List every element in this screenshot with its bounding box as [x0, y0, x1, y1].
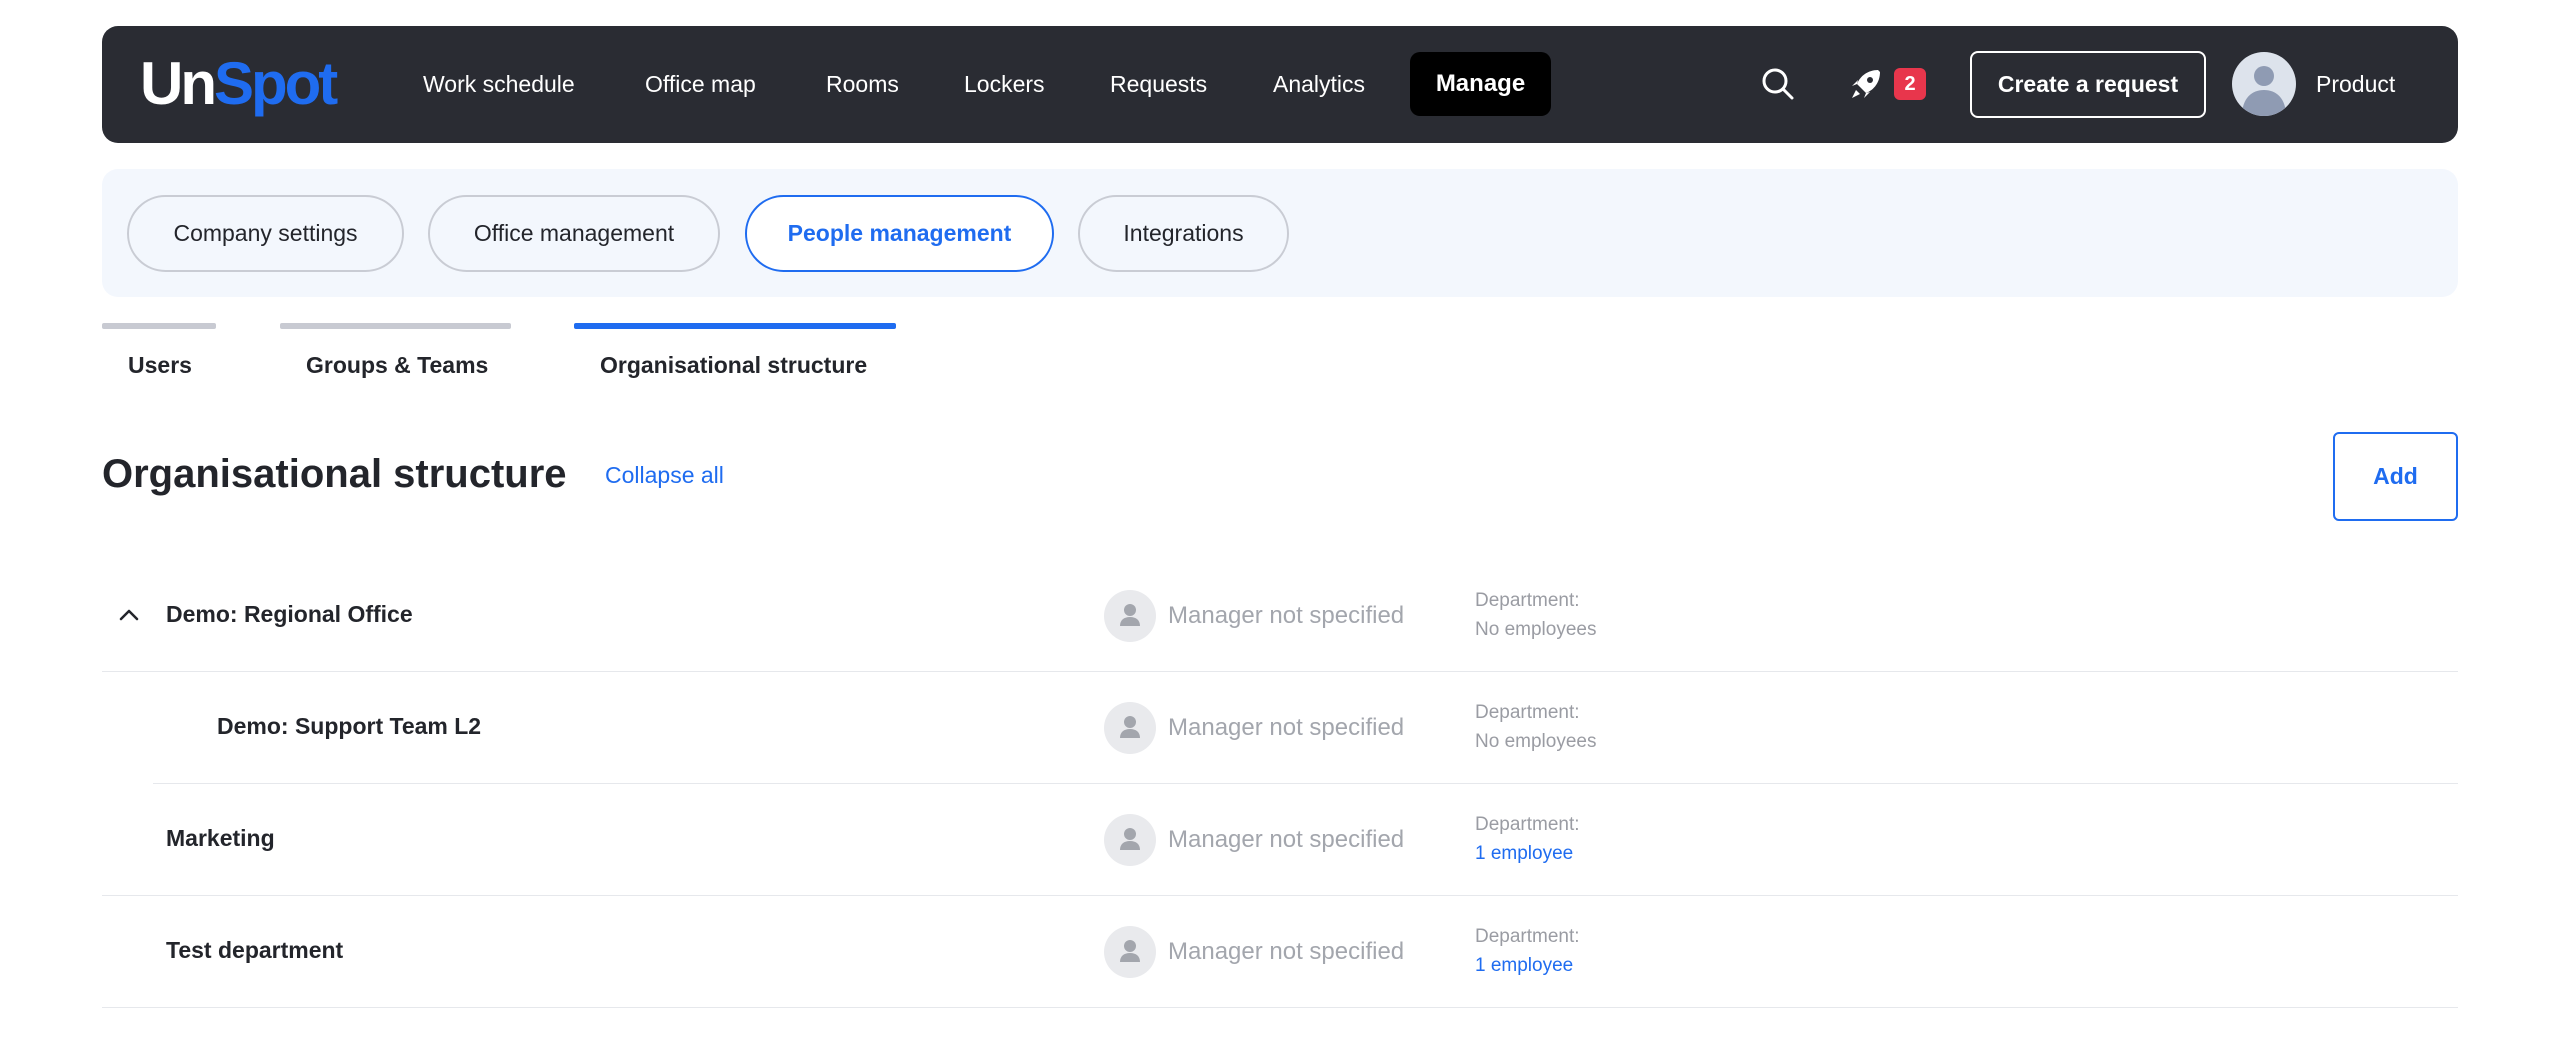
person-icon: [1120, 604, 1140, 626]
subtab-label: Groups & Teams: [306, 352, 489, 378]
department-name[interactable]: Demo: Regional Office: [166, 600, 413, 630]
employee-count: No employees: [1475, 731, 1597, 752]
person-icon: [1120, 940, 1140, 962]
search-icon[interactable]: [1760, 66, 1796, 102]
manager-avatar: [1104, 814, 1156, 866]
subtab-indicator: [574, 323, 896, 329]
nav-analytics[interactable]: Analytics: [1273, 68, 1365, 100]
nav-requests[interactable]: Requests: [1110, 68, 1207, 100]
subtab-label: Users: [128, 352, 192, 378]
employee-count-link[interactable]: 1 employee: [1475, 841, 1573, 868]
department-label: Department:: [1475, 702, 1580, 723]
user-avatar-icon: [2242, 66, 2286, 116]
section-tabs: Company settings Office management Peopl…: [102, 169, 2458, 297]
subtab-indicator: [102, 323, 216, 329]
tab-integrations[interactable]: Integrations: [1078, 195, 1289, 272]
manager-status: Manager not specified: [1168, 938, 1405, 965]
person-icon: [1120, 828, 1140, 850]
manager-avatar: [1104, 590, 1156, 642]
manager-status: Manager not specified: [1168, 826, 1405, 853]
employee-count: No employees: [1475, 619, 1597, 640]
nav-manage[interactable]: Manage: [1410, 52, 1551, 116]
subtab-users[interactable]: Users: [102, 323, 216, 383]
nav-rooms[interactable]: Rooms: [826, 68, 899, 100]
collapse-all-link[interactable]: Collapse all: [605, 461, 724, 491]
unspot-logo[interactable]: UnSpot: [140, 48, 338, 120]
manager-avatar: [1104, 702, 1156, 754]
nav-work-schedule[interactable]: Work schedule: [423, 68, 575, 100]
subtab-indicator: [280, 323, 511, 329]
person-icon: [1120, 716, 1140, 738]
manager-avatar: [1104, 926, 1156, 978]
subtab-groups-teams[interactable]: Groups & Teams: [280, 323, 511, 383]
table-row[interactable]: Demo: Regional Office Manager not specif…: [102, 560, 2458, 672]
nav-lockers[interactable]: Lockers: [964, 68, 1045, 100]
subtab-label: Organisational structure: [600, 352, 868, 378]
subtab-organisational-structure[interactable]: Organisational structure: [574, 323, 896, 383]
department-label: Department:: [1475, 590, 1580, 611]
notification-badge[interactable]: 2: [1894, 68, 1926, 100]
department-label: Department:: [1475, 814, 1580, 835]
tab-office-management[interactable]: Office management: [428, 195, 720, 272]
table-row[interactable]: Test department Manager not specified De…: [102, 896, 2458, 1008]
table-row[interactable]: Demo: Support Team L2 Manager not specif…: [153, 672, 2458, 784]
top-nav-bar: UnSpot Work schedule Office map Rooms Lo…: [102, 26, 2458, 143]
employee-count-link[interactable]: 1 employee: [1475, 953, 1573, 980]
department-name[interactable]: Demo: Support Team L2: [217, 712, 481, 742]
tab-people-management[interactable]: People management: [745, 195, 1054, 272]
chevron-up-icon[interactable]: [116, 602, 142, 628]
department-label: Department:: [1475, 926, 1580, 947]
department-name[interactable]: Test department: [166, 936, 343, 966]
table-row[interactable]: Marketing Manager not specified Departme…: [102, 784, 2458, 896]
profile-name[interactable]: Product: [2316, 68, 2395, 100]
manager-status: Manager not specified: [1168, 602, 1405, 629]
tab-company-settings[interactable]: Company settings: [127, 195, 404, 272]
department-name[interactable]: Marketing: [166, 824, 275, 854]
page-title: Organisational structure: [102, 452, 567, 496]
avatar[interactable]: [2232, 52, 2296, 116]
create-request-button[interactable]: Create a request: [1970, 51, 2206, 118]
rocket-icon[interactable]: [1848, 66, 1884, 102]
add-button[interactable]: Add: [2333, 432, 2458, 521]
manager-status: Manager not specified: [1168, 714, 1405, 741]
nav-office-map[interactable]: Office map: [645, 68, 756, 100]
